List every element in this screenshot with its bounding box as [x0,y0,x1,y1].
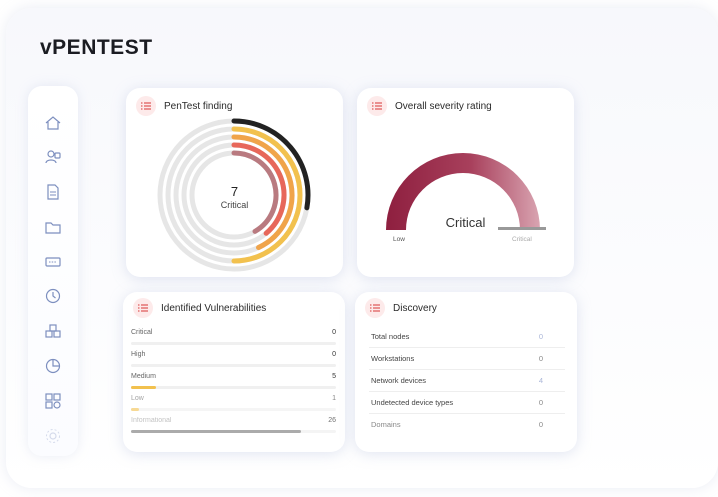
vuln-name: Informational [131,417,172,424]
card-title: Overall severity rating [395,100,492,112]
sidebar-item-network[interactable] [44,392,62,410]
discovery-count: 0 [538,332,543,341]
discovery-name: Total nodes [371,332,410,341]
card-header: Discovery [365,298,437,318]
vuln-name: Critical [131,329,153,336]
card-title: Discovery [393,302,437,314]
vuln-count: 0 [332,351,336,358]
gauge-max-label: Critical [512,236,532,243]
severity-value: Critical [445,215,486,230]
discovery-row-domains[interactable]: Domains 0 [369,414,565,436]
discovery-count: 4 [538,376,543,385]
pentest-finding-card: PenTest finding 7 Critical [126,88,343,277]
discovery-count: 0 [538,398,543,407]
vuln-bar-fill [131,430,302,433]
finding-label: Critical [220,200,249,210]
clock-icon [45,288,61,304]
ticket-icon [45,257,61,267]
discovery-count: 0 [538,354,543,363]
sidebar-item-settings[interactable] [44,427,62,445]
card-header: Overall severity rating [367,96,492,116]
sidebar-item-documents[interactable] [44,183,62,201]
vuln-name: High [131,351,146,358]
vuln-name: Medium [131,373,156,380]
card-header: PenTest finding [136,96,232,116]
severity-card: Overall severity rating Critical Low Cri… [357,88,574,277]
discovery-row-network-devices[interactable]: Network devices 4 [369,370,565,392]
sidebar-item-home[interactable] [44,114,62,132]
settings-icon [46,429,60,443]
vuln-count: 26 [328,417,336,424]
vuln-bar-track [131,430,336,433]
sidebar-item-assets[interactable] [44,322,62,340]
card-header: Identified Vulnerabilities [133,298,266,318]
vuln-bar-track [131,386,336,389]
folder-icon [45,222,61,234]
list-icon [365,298,385,318]
sidebar-item-tickets[interactable] [44,253,62,271]
sidebar-item-history[interactable] [44,287,62,305]
discovery-name: Network devices [371,376,427,385]
vuln-bar-fill [131,386,156,389]
grid-icon [45,393,61,409]
finding-count: 7 [230,184,239,199]
document-icon [47,184,59,200]
vuln-bar-fill [131,408,140,411]
vuln-name: Low [131,395,144,402]
vuln-count: 1 [332,395,336,402]
sidebar-item-users[interactable] [44,148,62,166]
sidebar-item-folders[interactable] [44,218,62,236]
vuln-count: 0 [332,329,336,336]
vuln-bar-track [131,342,336,345]
users-icon [45,150,61,164]
boxes-icon [45,324,61,338]
discovery-row-workstations[interactable]: Workstations 0 [369,348,565,370]
home-icon [45,116,61,130]
brand-logo: vPENTEST [40,36,153,59]
discovery-name: Domains [371,420,401,429]
discovery-card: Discovery Total nodes 0 Workstations 0 N… [355,292,577,452]
list-icon [367,96,387,116]
discovery-name: Undetected device types [371,398,454,407]
vuln-bar-track [131,364,336,367]
pie-chart-icon [45,358,61,374]
vuln-bar-track [131,408,336,411]
card-title: Identified Vulnerabilities [161,302,267,314]
discovery-name: Workstations [371,354,415,363]
discovery-count: 0 [538,420,543,429]
list-icon [136,96,156,116]
discovery-row-undetected-devices[interactable]: Undetected device types 0 [369,392,565,414]
vuln-count: 5 [332,373,336,380]
sidebar-item-reports[interactable] [44,357,62,375]
gauge-min-label: Low [393,236,405,243]
sidebar [28,86,78,456]
list-icon [133,298,153,318]
vulnerabilities-card: Identified Vulnerabilities Critical 0 Hi… [123,292,345,452]
discovery-row-total-nodes[interactable]: Total nodes 0 [369,326,565,348]
card-title: PenTest finding [164,100,233,112]
